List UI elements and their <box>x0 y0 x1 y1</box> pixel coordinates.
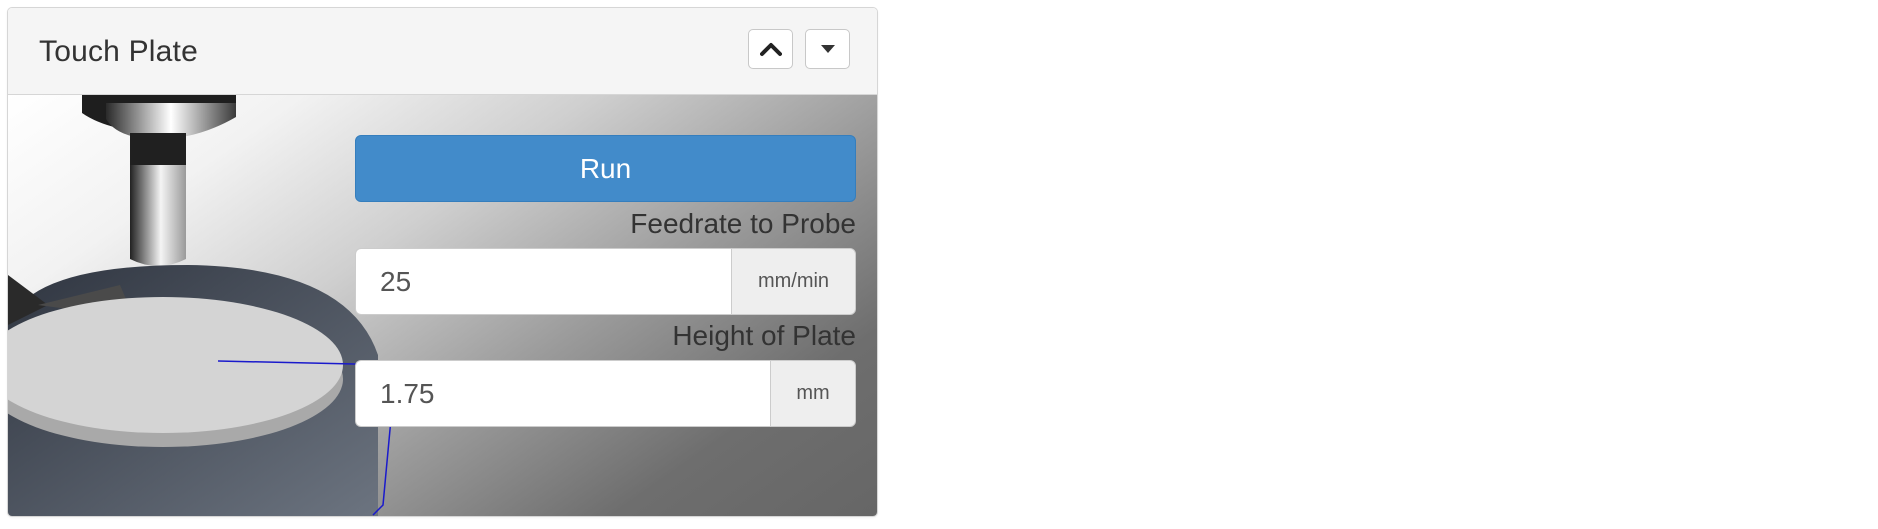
panel-body: Run Feedrate to Probe mm/min Height of P… <box>8 95 877 516</box>
run-button[interactable]: Run <box>355 135 856 202</box>
feedrate-input-group: mm/min <box>355 248 856 315</box>
plate-height-unit: mm <box>770 360 856 427</box>
plate-height-input[interactable] <box>355 360 770 427</box>
chevron-up-icon <box>759 43 782 56</box>
plate-height-label: Height of Plate <box>672 320 856 351</box>
feedrate-input[interactable] <box>355 248 731 315</box>
touch-plate-disc <box>8 297 343 447</box>
touch-plate-panel: Touch Plate Run Feedrate to Probe 25 mm/… <box>7 7 878 517</box>
panel-title: Touch Plate <box>39 35 198 68</box>
caret-down-icon <box>820 45 835 53</box>
collapse-button[interactable] <box>748 29 793 69</box>
router-chuck <box>82 95 236 139</box>
panel-menu-button[interactable] <box>805 29 850 69</box>
feedrate-unit: mm/min <box>731 248 856 315</box>
router-bit <box>130 133 186 266</box>
plate-height-input-group: mm <box>355 360 856 427</box>
panel-header: Touch Plate <box>8 8 877 95</box>
feedrate-label: Feedrate to Probe <box>630 208 856 239</box>
